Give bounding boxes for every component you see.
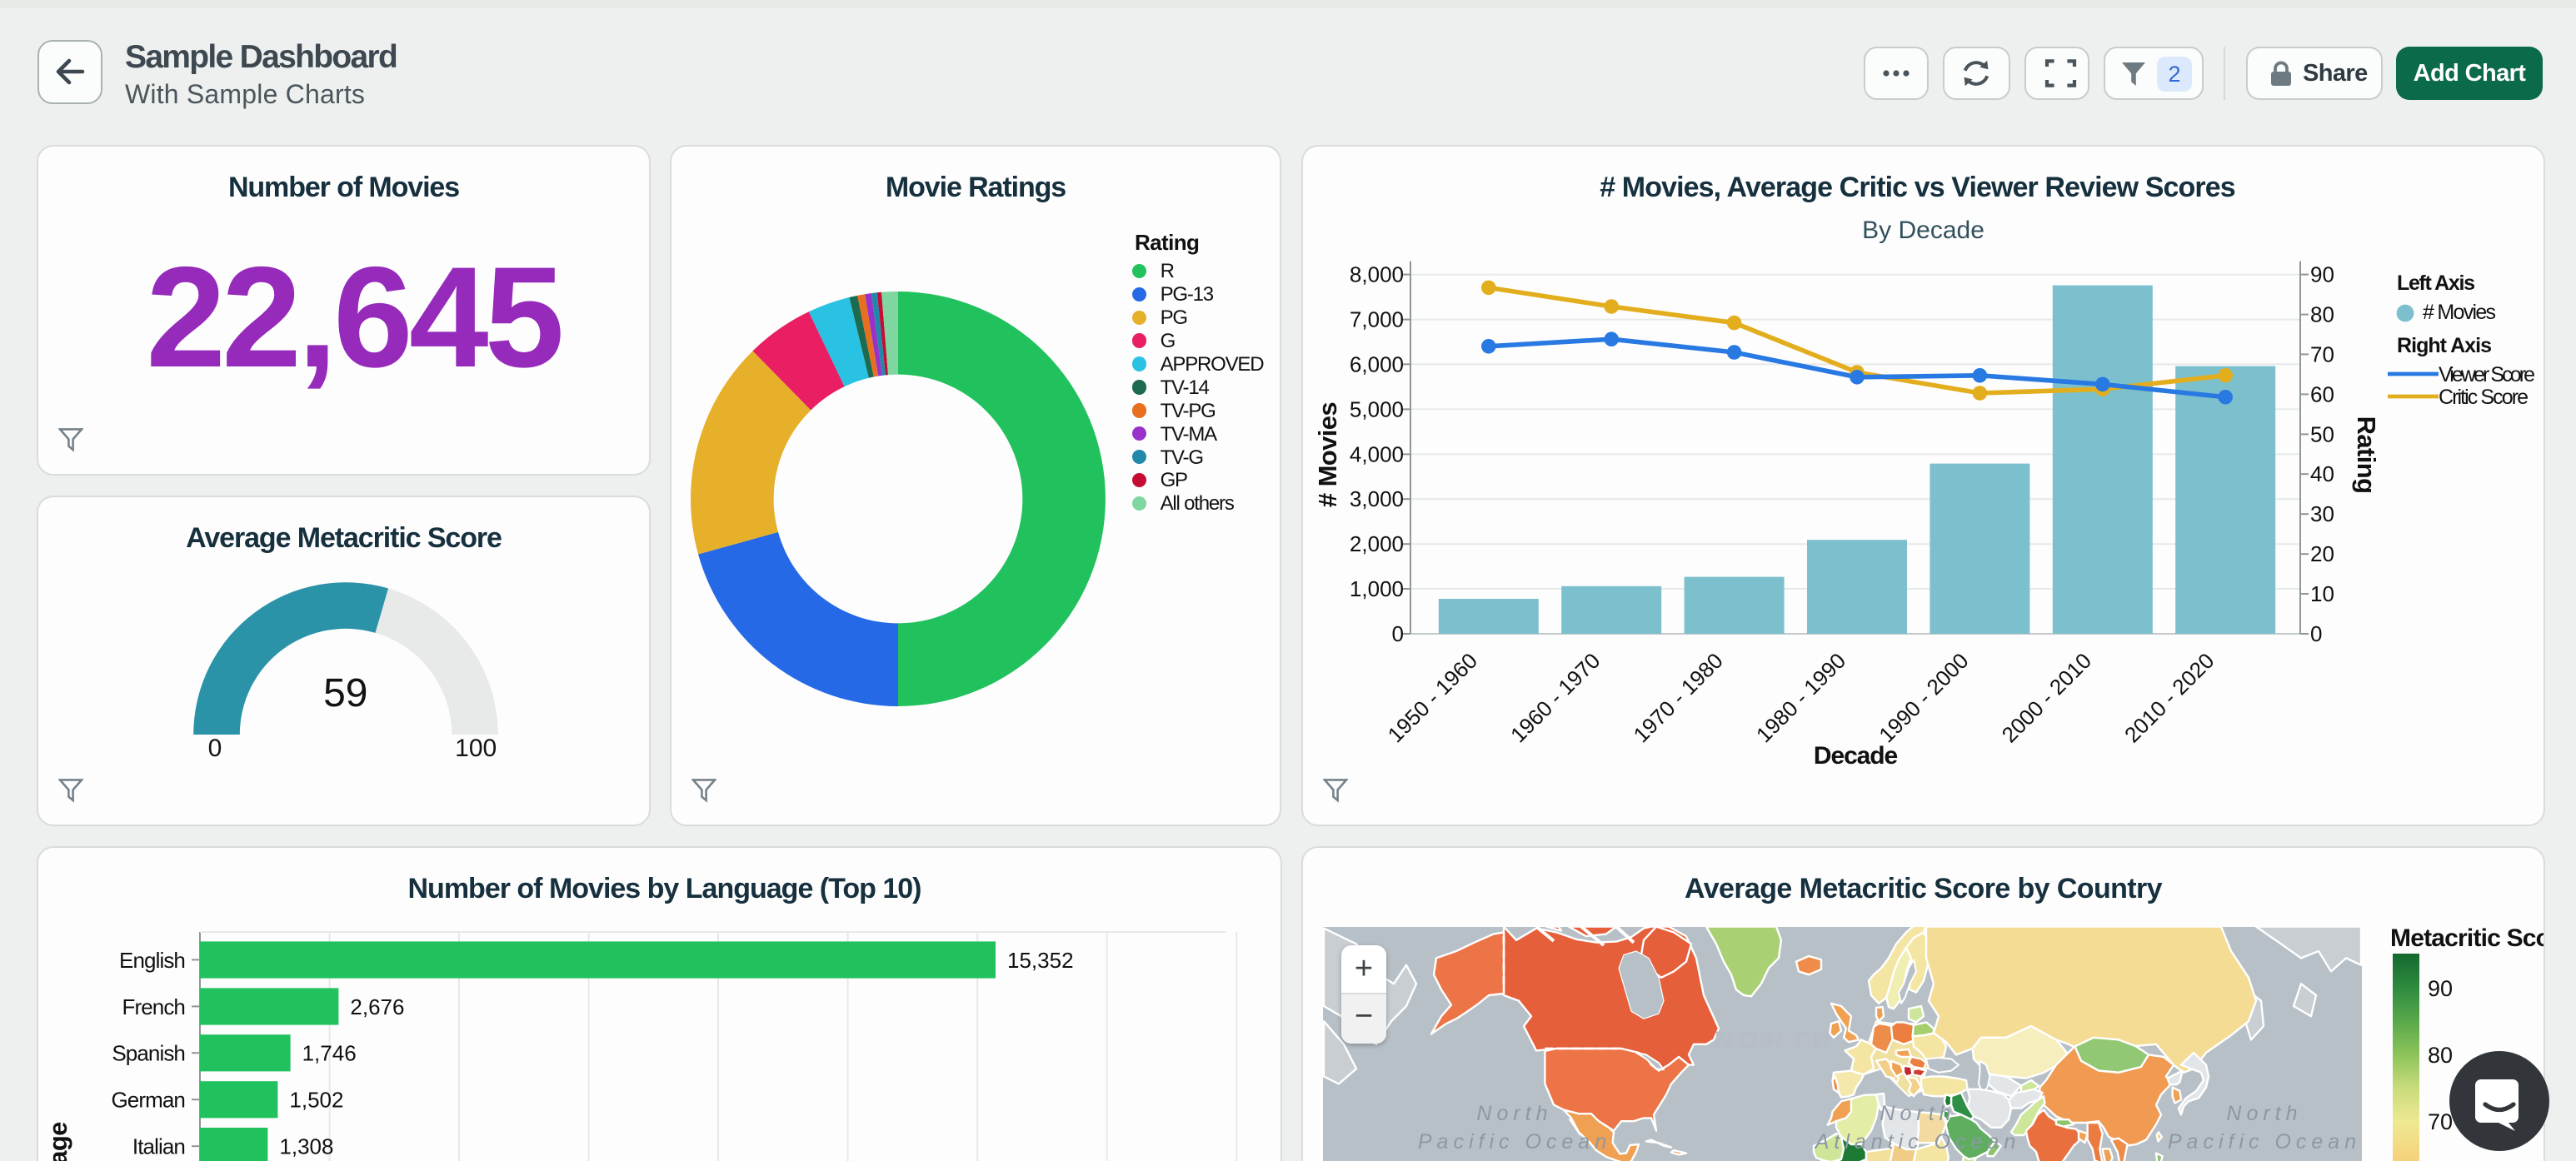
- svg-text:2,676: 2,676: [350, 994, 404, 1019]
- svg-text:80: 80: [2310, 302, 2334, 327]
- svg-text:1,502: 1,502: [289, 1088, 343, 1113]
- svg-text:2,000: 2,000: [1350, 531, 1404, 556]
- svg-text:2010 - 2020: 2010 - 2020: [2119, 648, 2219, 747]
- svg-text:Italian: Italian: [132, 1134, 185, 1159]
- svg-text:# Movies: # Movies: [1313, 402, 1342, 507]
- svg-text:North: North: [1880, 1102, 1955, 1125]
- svg-text:30: 30: [2310, 501, 2334, 526]
- svg-text:1970 - 1980: 1970 - 1980: [1628, 648, 1727, 747]
- svg-text:40: 40: [2310, 461, 2334, 486]
- svg-text:# Movies: # Movies: [2423, 301, 2496, 324]
- svg-text:2000 - 2010: 2000 - 2010: [1997, 648, 2096, 747]
- svg-text:90: 90: [2310, 262, 2334, 287]
- svg-text:0: 0: [1392, 621, 1404, 646]
- svg-text:5,000: 5,000: [1350, 396, 1404, 421]
- svg-text:1990 - 2000: 1990 - 2000: [1874, 648, 1973, 747]
- svg-text:0: 0: [2310, 621, 2322, 646]
- svg-text:English: English: [119, 948, 185, 973]
- svg-text:Pacific Ocean: Pacific Ocean: [1418, 1130, 1611, 1154]
- svg-text:4,000: 4,000: [1350, 441, 1404, 466]
- svg-text:3,000: 3,000: [1350, 486, 1404, 511]
- svg-text:15,352: 15,352: [1007, 948, 1074, 973]
- svg-text:1950 - 1960: 1950 - 1960: [1383, 648, 1482, 747]
- svg-text:Viewer Score: Viewer Score: [2439, 363, 2535, 386]
- svg-text:Decade: Decade: [1814, 742, 1898, 770]
- svg-text:Pacific Ocean: Pacific Ocean: [2168, 1130, 2361, 1154]
- svg-text:Spanish: Spanish: [112, 1041, 185, 1066]
- svg-text:60: 60: [2310, 381, 2334, 406]
- svg-text:1,000: 1,000: [1350, 576, 1404, 601]
- svg-text:20: 20: [2310, 541, 2334, 566]
- svg-text:Atlantic Ocean: Atlantic Ocean: [1814, 1130, 2021, 1154]
- svg-text:Right Axis: Right Axis: [2397, 334, 2492, 357]
- svg-text:1960 - 1970: 1960 - 1970: [1505, 648, 1605, 747]
- svg-text:Rating: Rating: [2352, 416, 2381, 494]
- svg-text:1,308: 1,308: [279, 1134, 333, 1159]
- svg-text:Left Axis: Left Axis: [2397, 272, 2475, 295]
- svg-text:7,000: 7,000: [1350, 307, 1404, 332]
- svg-text:German: German: [111, 1088, 185, 1113]
- svg-text:Critic Score: Critic Score: [2439, 386, 2529, 409]
- svg-text:8,000: 8,000: [1350, 262, 1404, 287]
- svg-text:1,746: 1,746: [302, 1041, 357, 1066]
- svg-text:50: 50: [2310, 421, 2334, 446]
- svg-text:10: 10: [2310, 581, 2334, 606]
- svg-text:Language: Language: [43, 1122, 72, 1161]
- svg-text:1980 - 1990: 1980 - 1990: [1751, 648, 1850, 747]
- svg-text:70: 70: [2310, 341, 2334, 366]
- svg-text:French: French: [122, 994, 185, 1019]
- svg-text:North: North: [2226, 1102, 2302, 1125]
- svg-text:NORTH: NORTH: [1715, 1027, 1837, 1054]
- svg-text:6,000: 6,000: [1350, 351, 1404, 376]
- svg-text:North: North: [1476, 1102, 1552, 1125]
